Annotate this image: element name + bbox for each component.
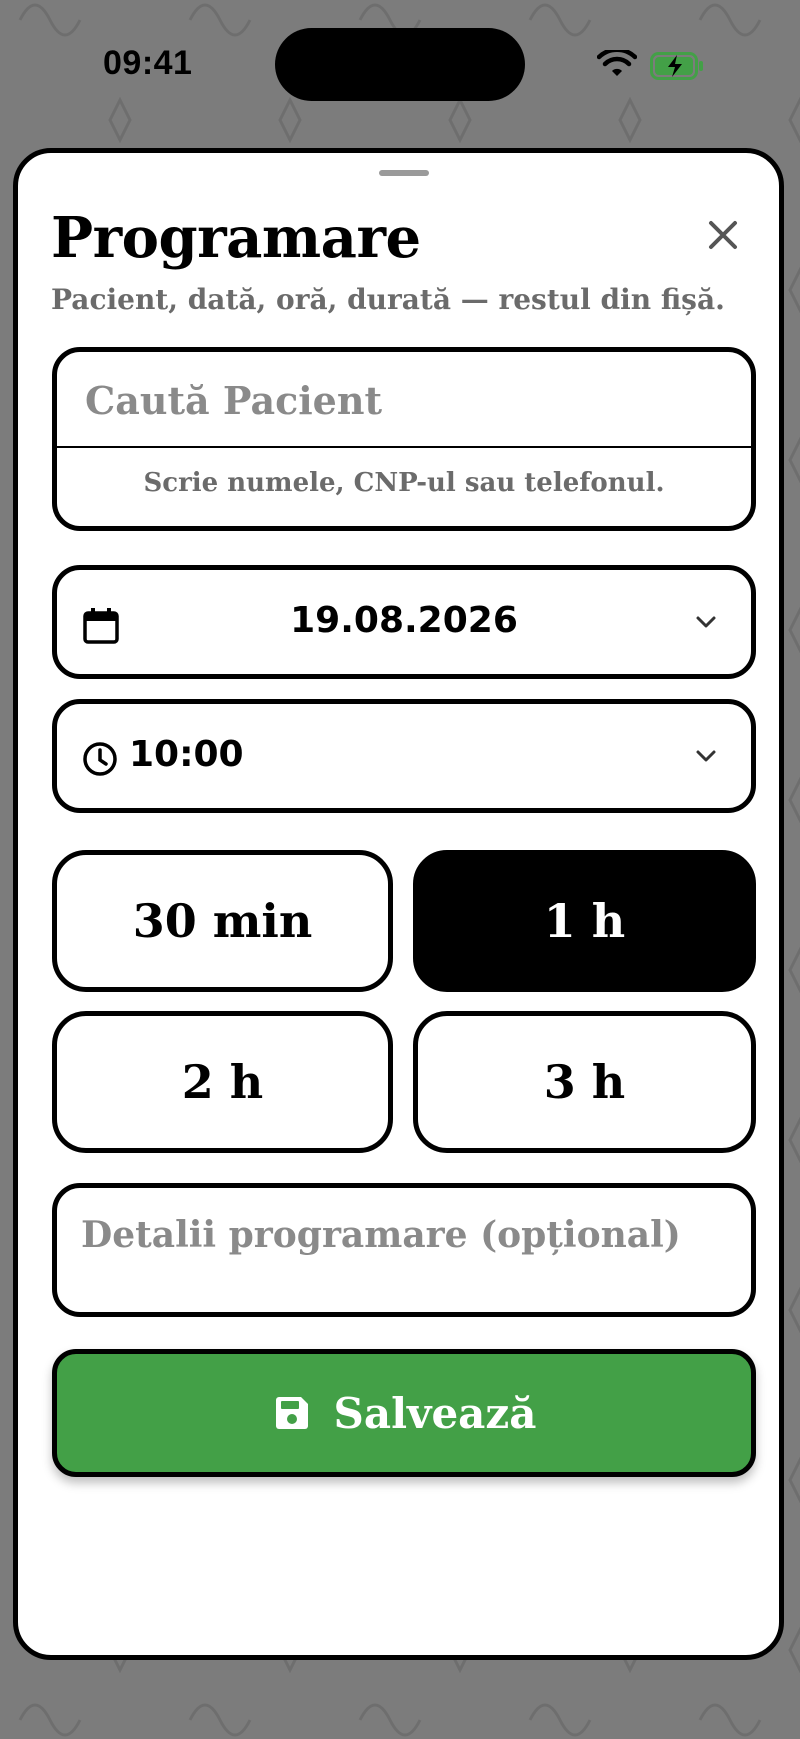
wifi-icon <box>597 50 637 76</box>
date-value: 19.08.2026 <box>290 600 518 641</box>
duration-3h-button[interactable]: 3 h <box>413 1011 756 1153</box>
sheet-title: Programare <box>51 205 421 271</box>
clock-icon <box>83 742 117 776</box>
date-picker[interactable]: 19.08.2026 <box>52 565 756 679</box>
dynamic-island <box>275 28 525 101</box>
patient-search-box: Scrie numele, CNP-ul sau telefonul. <box>52 347 756 531</box>
sheet-grabber[interactable] <box>379 170 429 176</box>
details-input[interactable] <box>57 1188 751 1312</box>
save-button[interactable]: Salvează <box>52 1349 756 1477</box>
duration-30min-button[interactable]: 30 min <box>52 850 393 992</box>
close-icon[interactable] <box>701 213 745 257</box>
details-box <box>52 1183 756 1317</box>
search-divider <box>57 446 751 448</box>
duration-2h-button[interactable]: 2 h <box>52 1011 393 1153</box>
floppy-disk-icon <box>275 1397 308 1429</box>
chevron-down-icon <box>696 616 716 628</box>
status-bar: 09:41 <box>0 0 800 130</box>
time-picker[interactable]: 10:00 <box>52 699 756 813</box>
chevron-down-icon <box>696 750 716 762</box>
time-value: 10:00 <box>129 734 244 775</box>
battery-charging-icon <box>650 52 703 80</box>
patient-search-input[interactable] <box>57 352 751 448</box>
appointment-sheet: Programare Pacient, dată, oră, durată — … <box>13 148 784 1660</box>
duration-1h-button[interactable]: 1 h <box>413 850 756 992</box>
save-button-label: Salvează <box>333 1388 537 1438</box>
sheet-subtitle: Pacient, dată, oră, durată — restul din … <box>51 283 725 316</box>
status-time: 09:41 <box>103 44 193 82</box>
search-hint: Scrie numele, CNP-ul sau telefonul. <box>143 468 665 498</box>
